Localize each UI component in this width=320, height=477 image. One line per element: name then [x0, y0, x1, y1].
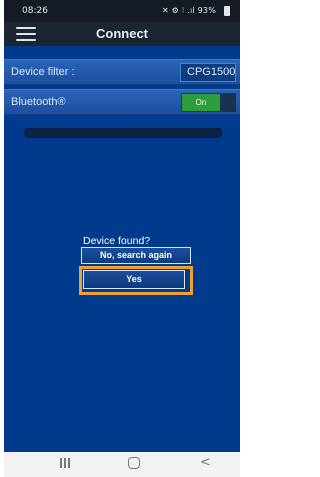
- recents-icon[interactable]: [60, 458, 70, 468]
- device-filter-label: Device filter :: [11, 66, 75, 78]
- status-indicators: ✕ ⚙ ⁝ .ıl 93%: [162, 6, 216, 15]
- device-found-dialog: Device found? No, search again Yes: [79, 235, 193, 295]
- battery-icon: [224, 6, 230, 16]
- phone-screen: 08:26 ✕ ⚙ ⁝ .ıl 93% Connect Device filte…: [4, 0, 240, 477]
- toggle-knob: [220, 94, 236, 111]
- app-bar: Connect: [4, 22, 240, 46]
- bluetooth-toggle-label: On: [182, 94, 220, 111]
- device-filter-row: Device filter : CPG1500: [4, 59, 240, 85]
- yes-button[interactable]: Yes: [83, 270, 185, 289]
- bluetooth-label: Bluetooth®: [11, 96, 66, 108]
- status-time: 08:26: [22, 6, 48, 16]
- yes-button-highlight: Yes: [79, 266, 193, 295]
- search-progress-bar: [24, 128, 222, 138]
- device-filter-input[interactable]: CPG1500: [180, 63, 236, 82]
- back-icon[interactable]: <: [200, 455, 211, 470]
- page-title: Connect: [96, 26, 148, 41]
- system-nav-bar: <: [4, 452, 240, 477]
- bluetooth-toggle[interactable]: On: [181, 93, 236, 112]
- home-icon[interactable]: [128, 457, 140, 469]
- search-again-button[interactable]: No, search again: [81, 247, 191, 264]
- bluetooth-row: Bluetooth® On: [4, 89, 240, 115]
- status-bar: 08:26 ✕ ⚙ ⁝ .ıl 93%: [4, 0, 240, 22]
- dialog-question: Device found?: [83, 235, 151, 247]
